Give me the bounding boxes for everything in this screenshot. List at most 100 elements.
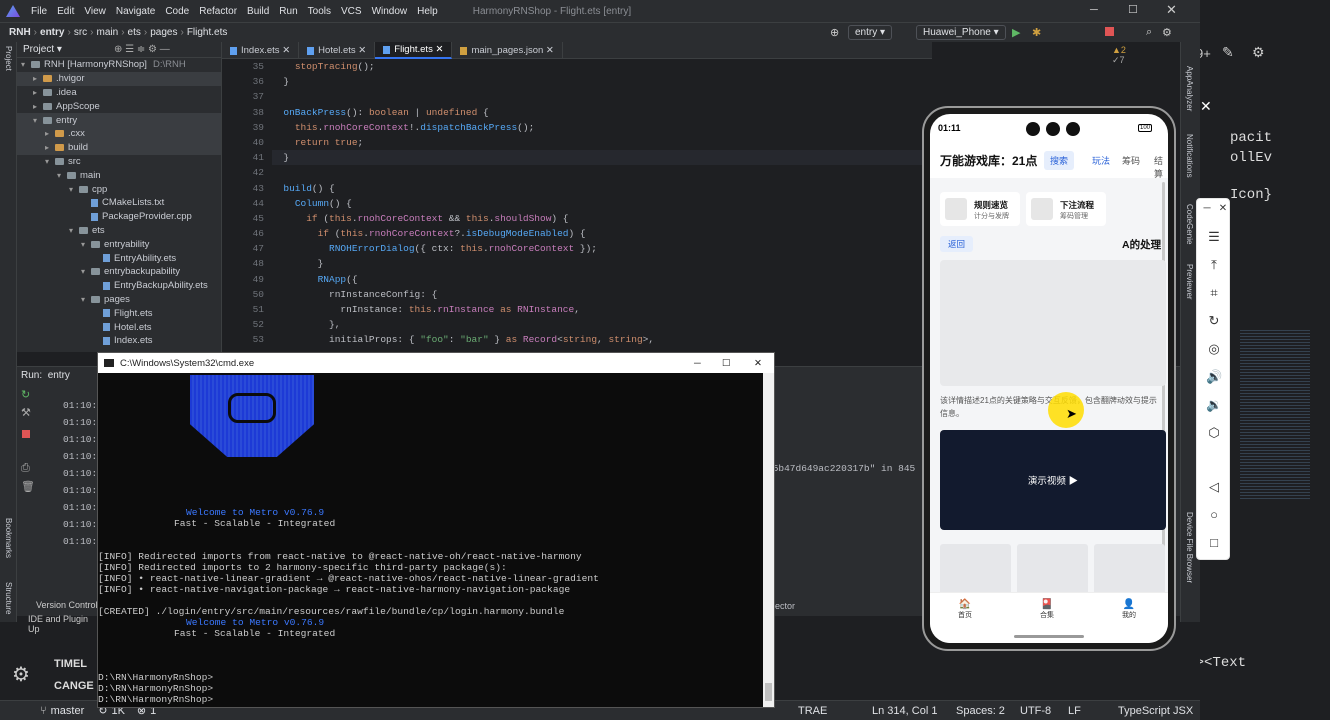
expand-arrow-icon[interactable]: ▾	[81, 267, 91, 276]
run-icon[interactable]: ▶	[1012, 26, 1020, 39]
device-file-browser-label[interactable]: Device File Browser	[1185, 512, 1194, 583]
tree-item[interactable]: ▾ main	[17, 168, 221, 182]
close-button[interactable]: ✕	[1166, 2, 1177, 18]
tree-item[interactable]: EntryAbility.ets	[17, 251, 221, 265]
back-nav-icon[interactable]: ◁	[1206, 479, 1222, 495]
tree-item[interactable]: ▸ .hvigor	[17, 71, 221, 86]
crop-icon[interactable]: ⌗	[1206, 285, 1222, 301]
menu-edit[interactable]: Edit	[52, 6, 79, 17]
volume-up-icon[interactable]: 🔊	[1206, 369, 1222, 385]
breadcrumb-src[interactable]: src	[71, 27, 90, 38]
expand-arrow-icon[interactable]: ▾	[81, 295, 91, 304]
print-icon[interactable]: ⎙	[21, 462, 30, 475]
nav-collection[interactable]: 🎴 合集	[1040, 599, 1054, 620]
expand-arrow-icon[interactable]: ▾	[69, 185, 79, 194]
home-nav-icon[interactable]: ○	[1206, 507, 1222, 522]
minimize-emulator-icon[interactable]: ─	[1199, 203, 1215, 214]
maximize-button[interactable]: ☐	[1128, 3, 1138, 16]
project-title[interactable]: Project	[23, 44, 54, 55]
menu-help[interactable]: Help	[412, 6, 443, 17]
code-editor[interactable]: stopTracing(); } onBackPress(): boolean …	[272, 59, 932, 354]
timeline-label[interactable]: TIMEL	[54, 658, 87, 670]
trae-status[interactable]: TRAE	[798, 705, 827, 717]
pin-top-icon[interactable]: ⤒	[1206, 257, 1222, 273]
tab-search[interactable]: 搜索	[1044, 151, 1075, 170]
menu-view[interactable]: View	[79, 6, 111, 17]
line-ending[interactable]: LF	[1068, 705, 1081, 717]
menu-window[interactable]: Window	[367, 6, 413, 17]
tab-main-pages[interactable]: main_pages.json ✕	[452, 42, 563, 59]
menu-vcs[interactable]: VCS	[336, 6, 367, 17]
plugin-update-notice[interactable]: IDE and Plugin Up	[28, 614, 100, 634]
tree-item[interactable]: Index.ets	[17, 334, 221, 348]
tab-hotel[interactable]: Hotel.ets ✕	[299, 42, 376, 59]
codegenie-label[interactable]: CodeGenie	[1185, 204, 1194, 244]
run-tab-entry[interactable]: entry	[48, 370, 70, 381]
stop-icon[interactable]	[1105, 27, 1114, 36]
stop-run-icon[interactable]	[22, 430, 30, 438]
tree-item[interactable]: ▸ build	[17, 140, 221, 155]
menu-file[interactable]: File	[26, 6, 52, 17]
card-betting[interactable]: 下注流程 筹码管理	[1026, 192, 1106, 226]
close-x-icon[interactable]: ✕	[1200, 98, 1212, 115]
menu-icon[interactable]: ☰	[1206, 229, 1222, 245]
cmd-scrollbar[interactable]	[763, 373, 774, 707]
tab-flight[interactable]: Flight.ets ✕	[375, 42, 453, 59]
inspection-widget[interactable]: ▲2 ✓7	[1112, 45, 1126, 66]
nav-home[interactable]: 🏠 首页	[958, 599, 972, 620]
expand-arrow-icon[interactable]: ▸	[33, 88, 43, 97]
expand-arrow-icon[interactable]: ▸	[33, 102, 43, 111]
expand-arrow-icon[interactable]: ▸	[33, 74, 43, 83]
tree-item[interactable]: ▾ entrybackupability	[17, 265, 221, 279]
expand-arrow-icon[interactable]: ▾	[21, 60, 31, 69]
encoding[interactable]: UTF-8	[1020, 705, 1051, 717]
tree-item[interactable]: ▾ pages	[17, 293, 221, 307]
recent-nav-icon[interactable]: □	[1206, 535, 1222, 550]
notifications-label[interactable]: Notifications	[1185, 134, 1194, 178]
tree-item[interactable]: ▾ ets	[17, 224, 221, 238]
tree-item[interactable]: ▸ AppScope	[17, 99, 221, 113]
rotate-icon[interactable]: ↻	[1206, 313, 1222, 329]
expand-arrow-icon[interactable]: ▸	[45, 129, 55, 138]
trash-icon[interactable]: 🗑	[21, 480, 35, 493]
breadcrumb-entry[interactable]: entry	[37, 27, 67, 38]
app-analyzer-label[interactable]: AppAnalyzer	[1185, 66, 1194, 111]
tree-item[interactable]: Flight.ets	[17, 306, 221, 320]
cursor-position[interactable]: Ln 314, Col 1	[872, 705, 937, 717]
menu-run[interactable]: Run	[274, 6, 302, 17]
menu-code[interactable]: Code	[160, 6, 194, 17]
tree-item[interactable]: ▸ .cxx	[17, 126, 221, 141]
tree-item[interactable]: PackageProvider.cpp	[17, 210, 221, 224]
volume-down-icon[interactable]: 🔉	[1206, 397, 1222, 413]
screenshot-icon[interactable]: ⬡	[1206, 425, 1222, 441]
target-icon[interactable]: ⊕	[830, 26, 839, 39]
tree-item[interactable]: ▾ src	[17, 155, 221, 169]
tab-settle[interactable]: 结算	[1154, 154, 1168, 180]
tab-index[interactable]: Index.ets ✕	[222, 42, 300, 59]
search-icon[interactable]: ⌕	[1146, 26, 1152, 39]
debug-icon[interactable]: ✱	[1032, 26, 1041, 39]
expand-arrow-icon[interactable]: ▸	[45, 143, 55, 152]
location-icon[interactable]: ◎	[1206, 341, 1222, 357]
gear-icon[interactable]: ⚙	[1162, 26, 1172, 39]
tab-chips[interactable]: 筹码	[1122, 154, 1140, 167]
run-config-select[interactable]: entry ▾	[848, 25, 893, 40]
tree-item[interactable]: ▾ entry	[17, 113, 221, 127]
breadcrumb-root[interactable]: RNH	[6, 27, 34, 38]
language-mode[interactable]: TypeScript JSX	[1118, 705, 1193, 717]
wrench-icon[interactable]: ⚒	[21, 406, 31, 419]
branch-label[interactable]: master	[51, 705, 85, 717]
expand-arrow-icon[interactable]: ▾	[81, 240, 91, 249]
breadcrumb-file[interactable]: Flight.ets	[184, 27, 231, 38]
settings-gear-icon[interactable]: ⚙	[12, 662, 30, 687]
breadcrumb-main[interactable]: main	[94, 27, 122, 38]
indent-setting[interactable]: Spaces: 2	[956, 705, 1005, 717]
tree-item[interactable]: CMakeLists.txt	[17, 196, 221, 210]
expand-arrow-icon[interactable]: ▾	[33, 116, 43, 125]
bookmarks-tool-label[interactable]: Bookmarks	[4, 518, 13, 558]
tree-item[interactable]: Hotel.ets	[17, 320, 221, 334]
project-tool-label[interactable]: Project	[4, 46, 13, 71]
tab-play[interactable]: 玩法	[1092, 154, 1110, 167]
back-button[interactable]: 返回	[940, 236, 974, 252]
changes-label[interactable]: CANGE	[54, 680, 94, 692]
